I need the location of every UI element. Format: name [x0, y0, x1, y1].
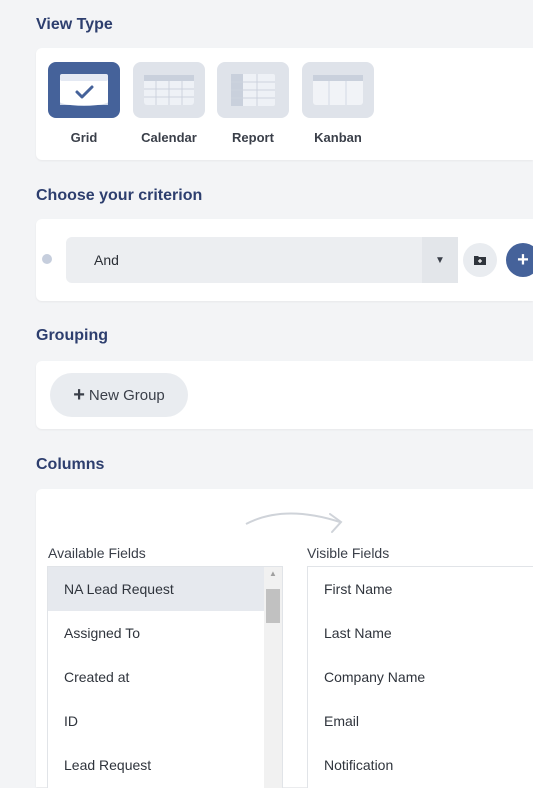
columns-heading: Columns	[36, 456, 105, 473]
list-item[interactable]: Assigned To	[48, 611, 282, 655]
view-option-label: Kanban	[314, 130, 362, 145]
visible-fields-list[interactable]: First Name Last Name Company Name Email …	[307, 566, 533, 788]
kanban-view-tile[interactable]	[302, 62, 374, 118]
caret-down-icon: ▼	[435, 254, 445, 266]
list-item[interactable]: Email	[308, 699, 533, 743]
criterion-heading: Choose your criterion	[36, 187, 203, 204]
available-fields-label: Available Fields	[48, 545, 146, 561]
view-option-report[interactable]: Report	[217, 62, 289, 145]
view-option-kanban[interactable]: Kanban	[302, 62, 374, 145]
operator-dropdown-toggle[interactable]: ▼	[422, 237, 458, 283]
available-fields-list[interactable]: NA Lead Request Assigned To Created at I…	[47, 566, 283, 788]
kanban-view-icon	[313, 75, 363, 105]
folder-plus-icon	[474, 256, 486, 265]
new-group-button[interactable]: + New Group	[50, 373, 188, 417]
report-view-icon	[231, 74, 275, 106]
grouping-card: + New Group	[36, 361, 533, 429]
list-item[interactable]: Last Name	[308, 611, 533, 655]
view-option-grid[interactable]: Grid	[48, 62, 120, 145]
grouping-heading: Grouping	[36, 327, 108, 344]
list-item[interactable]: NA Lead Request	[48, 567, 282, 611]
view-option-label: Report	[232, 130, 274, 145]
view-option-label: Calendar	[141, 130, 197, 145]
plus-icon: +	[517, 248, 529, 271]
view-option-calendar[interactable]: Calendar	[133, 62, 205, 145]
list-item[interactable]: Lead Request	[48, 743, 282, 787]
scrollbar[interactable]: ▲	[264, 567, 282, 788]
scroll-up-arrow-icon[interactable]: ▲	[269, 569, 277, 578]
operator-value: And	[94, 252, 119, 268]
plus-icon: +	[73, 383, 85, 406]
calendar-view-tile[interactable]	[133, 62, 205, 118]
list-item[interactable]: Company Name	[308, 655, 533, 699]
criterion-dot	[42, 254, 52, 264]
move-arrow-icon	[245, 512, 343, 533]
view-option-label: Grid	[70, 130, 98, 145]
new-group-label: New Group	[88, 386, 165, 404]
grid-view-tile[interactable]	[48, 62, 120, 118]
operator-select[interactable]: And	[66, 237, 458, 283]
scroll-thumb[interactable]	[266, 589, 280, 623]
list-item[interactable]: ID	[48, 699, 282, 743]
list-item[interactable]: Created at	[48, 655, 282, 699]
list-item[interactable]: First Name	[308, 567, 533, 611]
view-type-card: Grid Calendar Report Kanban	[36, 48, 533, 160]
visible-fields-label: Visible Fields	[307, 545, 390, 561]
report-view-tile[interactable]	[217, 62, 289, 118]
list-item[interactable]: Notification	[308, 743, 533, 787]
view-type-heading: View Type	[36, 16, 113, 33]
add-group-folder-button[interactable]	[463, 243, 497, 277]
calendar-view-icon	[144, 75, 194, 105]
add-criterion-button[interactable]: +	[506, 243, 533, 277]
criterion-card: And ▼ +	[36, 219, 533, 301]
grid-view-icon	[60, 74, 108, 106]
